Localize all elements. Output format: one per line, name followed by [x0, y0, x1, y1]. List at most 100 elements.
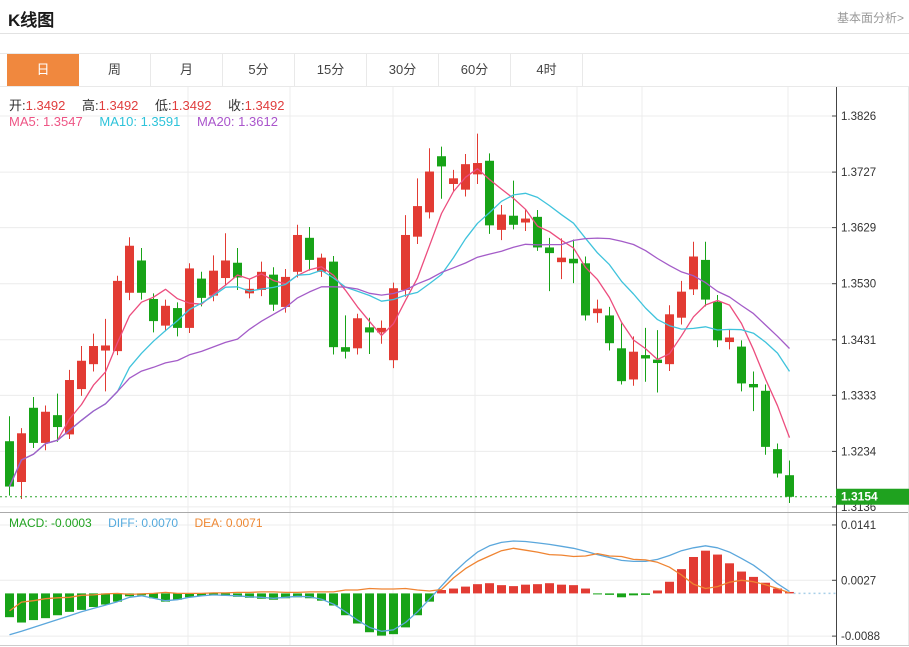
candle-up	[401, 235, 410, 290]
macd-bar	[473, 584, 482, 593]
candle-up	[101, 345, 110, 350]
tab-5min[interactable]: 5分	[223, 54, 295, 86]
candle-up	[725, 338, 734, 343]
candle-down	[53, 415, 62, 427]
ma10-value: 1.3591	[141, 114, 181, 129]
candle-down	[713, 302, 722, 341]
axis-label: 0.0141	[841, 520, 876, 532]
candle-down	[341, 347, 350, 352]
axis-label: 1.3530	[841, 279, 876, 291]
tab-15min[interactable]: 15分	[295, 54, 367, 86]
tab-60min[interactable]: 60分	[439, 54, 511, 86]
candle-up	[425, 172, 434, 213]
candle-up	[413, 206, 422, 237]
candle-up	[125, 246, 134, 293]
macd-bar	[485, 583, 494, 593]
candle-up	[497, 215, 506, 230]
dea-label: DEA: 0.0071	[194, 516, 262, 530]
macd-bar	[557, 585, 566, 594]
candle-up	[17, 433, 26, 482]
macd-bar	[581, 589, 590, 594]
macd-bar	[425, 593, 434, 601]
candle-down	[617, 348, 626, 381]
axis-label: -0.0088	[841, 631, 880, 643]
period-tab-bar: 日周月5分15分30分60分4时	[0, 53, 909, 87]
macd-bar	[509, 586, 518, 593]
macd-bar	[521, 585, 530, 594]
candle-up	[161, 306, 170, 326]
candle-down	[137, 260, 146, 292]
high-label: 高:	[82, 98, 99, 113]
macd-bar	[353, 593, 362, 623]
fundamental-analysis-link[interactable]: 基本面分析>	[837, 9, 904, 26]
kline-widget: K线图 基本面分析> 日周月5分15分30分60分4时 开:1.3492 高:1…	[0, 0, 909, 647]
macd-bar	[497, 585, 506, 593]
candle-up	[677, 292, 686, 318]
candle-down	[737, 347, 746, 384]
tab-week[interactable]: 周	[79, 54, 151, 86]
candle-down	[365, 327, 374, 332]
candle-down	[149, 299, 158, 321]
axis-label: 0.0027	[841, 575, 876, 587]
candle-up	[65, 380, 74, 434]
ma-row: MA5: 1.3547 MA10: 1.3591 MA20: 1.3612	[9, 114, 278, 129]
macd-row: MACD: -0.0003 DIFF: 0.0070 DEA: 0.0071	[9, 516, 263, 530]
axis-label: 1.3431	[841, 335, 876, 347]
macd-label: MACD: -0.0003	[9, 516, 92, 530]
axis-label: 1.3727	[841, 167, 876, 179]
axis-label: 1.3234	[841, 446, 877, 458]
candle-down	[437, 156, 446, 166]
axis-label: 1.3629	[841, 223, 876, 235]
candle-down	[749, 384, 758, 387]
close-value: 1.3492	[245, 98, 285, 113]
ma5-value: 1.3547	[43, 114, 83, 129]
macd-bar	[377, 593, 386, 635]
candle-down	[785, 475, 794, 497]
candle-down	[569, 259, 578, 264]
candle-down	[773, 449, 782, 473]
axis-label: 1.3826	[841, 111, 876, 123]
macd-bar	[737, 572, 746, 594]
ma10-label: MA10: 1.3591	[99, 114, 180, 129]
macd-bar	[689, 557, 698, 593]
ma20-label: MA20: 1.3612	[197, 114, 278, 129]
macd-bar	[41, 593, 50, 618]
macd-bar	[641, 593, 650, 594]
macd-bar	[725, 563, 734, 593]
macd-bar	[605, 593, 614, 594]
macd-bar	[617, 593, 626, 597]
candle-up	[449, 178, 458, 184]
macd-bar	[545, 583, 554, 593]
candle-up	[629, 352, 638, 380]
macd-bar	[653, 590, 662, 593]
macd-value: -0.0003	[51, 516, 92, 530]
macd-bar	[449, 589, 458, 594]
tab-4hour[interactable]: 4时	[511, 54, 583, 86]
macd-bar	[461, 587, 470, 594]
candle-down	[197, 279, 206, 298]
open-label: 开:	[9, 98, 26, 113]
tab-30min[interactable]: 30分	[367, 54, 439, 86]
candle-down	[329, 262, 338, 348]
ma5-label: MA5: 1.3547	[9, 114, 83, 129]
candle-up	[77, 361, 86, 389]
tab-day[interactable]: 日	[7, 54, 79, 86]
candle-down	[305, 238, 314, 260]
tab-month[interactable]: 月	[151, 54, 223, 86]
page-title: K线图	[8, 6, 54, 31]
candle-up	[557, 258, 566, 263]
close-label: 收:	[228, 98, 245, 113]
macd-bar	[749, 577, 758, 594]
diff-label: DIFF: 0.0070	[108, 516, 178, 530]
candle-up	[221, 260, 230, 278]
candle-up	[293, 235, 302, 272]
candle-up	[665, 314, 674, 364]
macd-bar	[101, 593, 110, 604]
macd-bar	[29, 593, 38, 620]
macd-bar	[593, 593, 602, 594]
candle-up	[593, 309, 602, 314]
candle-up	[353, 318, 362, 348]
open-value: 1.3492	[26, 98, 66, 113]
candle-down	[509, 216, 518, 225]
low-label: 低:	[155, 98, 172, 113]
